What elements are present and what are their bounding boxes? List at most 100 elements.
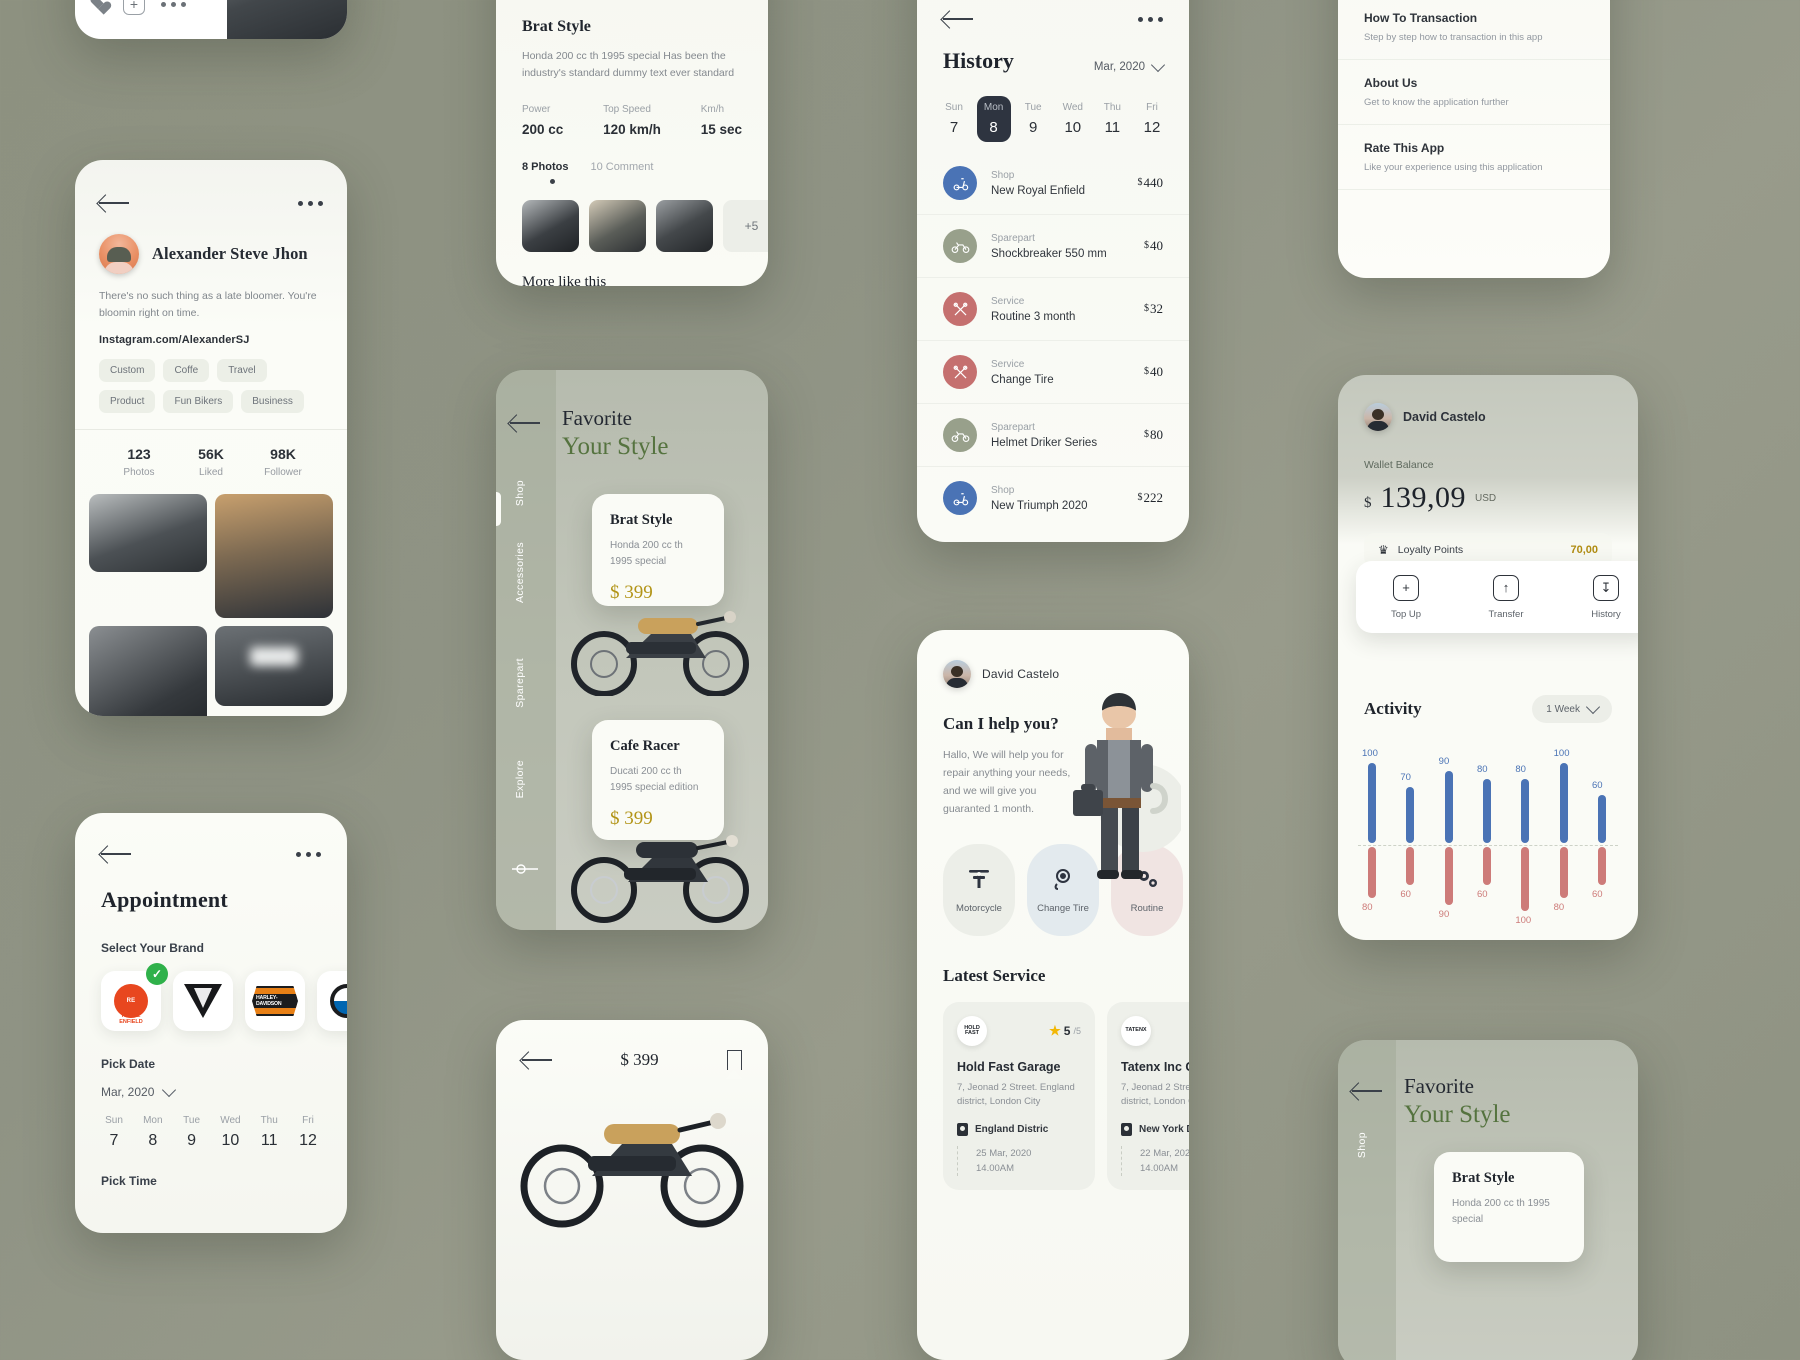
tag-chip[interactable]: Fun Bikers <box>163 390 234 413</box>
date-cell[interactable]: Mon 8 <box>136 1115 170 1150</box>
rail-item-shop[interactable]: Shop <box>1356 1132 1368 1158</box>
date-cell[interactable]: Tue 9 <box>1016 96 1050 142</box>
more-photos-button[interactable]: +5 <box>723 199 768 252</box>
brand-royal-enfield[interactable]: ✓ RE ROYAL ENFIELD <box>101 963 168 1031</box>
stat-value: 56K <box>198 446 224 462</box>
garage-district: New York Distric <box>1121 1122 1189 1136</box>
product-card-brat-style[interactable]: Brat Style Honda 200 cc th 1995 special … <box>592 494 724 606</box>
heart-icon[interactable] <box>89 0 107 13</box>
service-motorcycle[interactable]: Motorcycle <box>943 844 1015 937</box>
photo-thumb[interactable] <box>89 494 207 572</box>
garage-card[interactable]: HOLD FAST ★ 5 /5 Hold Fast Garage 7, Jeo… <box>943 1002 1095 1191</box>
help-user-name: David Castelo <box>982 667 1060 681</box>
tag-chip[interactable]: Business <box>241 390 304 413</box>
rail-item-shop[interactable]: Shop <box>514 480 526 506</box>
pick-time-label: Pick Time <box>101 1174 157 1188</box>
detail-title: Brat Style <box>522 18 591 35</box>
more-icon[interactable] <box>1138 16 1163 22</box>
settings-item-rate-this-app[interactable]: Rate This App Like your experience using… <box>1338 125 1610 190</box>
more-icon[interactable] <box>296 851 321 857</box>
photo-thumb[interactable] <box>589 199 646 252</box>
settings-item-title: About Us <box>1364 76 1418 90</box>
month-selector[interactable]: Mar, 2020 <box>1094 57 1166 74</box>
date-cell[interactable]: Fri 12 <box>1135 96 1169 142</box>
history-category: Service <box>991 358 1025 370</box>
tag-chip[interactable]: Travel <box>217 359 267 382</box>
comments-count[interactable]: 10 Comment <box>590 161 653 173</box>
photos-count[interactable]: 8 Photos <box>522 161 568 173</box>
date-cell[interactable]: Thu 11 <box>252 1115 286 1150</box>
date-cell[interactable]: Wed 10 <box>1056 96 1090 142</box>
photo-thumb[interactable] <box>656 199 713 252</box>
pick-date-label: Pick Date <box>101 1057 156 1071</box>
crown-icon: ♛ <box>1378 543 1389 557</box>
back-arrow-icon[interactable] <box>1352 1082 1382 1100</box>
wallet-balance-label: Wallet Balance <box>1364 459 1434 471</box>
history-row[interactable]: Sparepart Shockbreaker 550 mm $40 <box>917 215 1189 278</box>
brand-harley-davidson[interactable]: HARLEY-DAVIDSON <box>245 971 305 1031</box>
history-title: Routine 3 month <box>991 310 1076 323</box>
settings-item-about-us[interactable]: About Us Get to know the application fur… <box>1338 60 1610 125</box>
date-cell[interactable]: Fri 12 <box>291 1115 325 1150</box>
more-icon[interactable] <box>298 200 323 206</box>
history-row[interactable]: Shop New Triumph 2020 $222 <box>917 467 1189 529</box>
product-price: $ 399 <box>620 1050 659 1069</box>
product-card-brat-style[interactable]: Brat Style Honda 200 cc th 1995 special <box>1434 1152 1584 1262</box>
chevron-down-icon <box>162 1082 177 1098</box>
date-cell[interactable]: Sun 7 <box>97 1115 131 1150</box>
history-amount: $440 <box>1137 175 1164 190</box>
back-arrow-icon[interactable] <box>522 1051 552 1069</box>
rail-item-accessories[interactable]: Accessories <box>514 542 526 603</box>
chart-label-expense: 100 <box>1515 915 1532 926</box>
history-row[interactable]: Sparepart Helmet Driker Series $80 <box>917 404 1189 467</box>
tag-chip[interactable]: Product <box>99 390 156 413</box>
product-name: Brat Style <box>1452 1170 1515 1186</box>
bookmark-icon[interactable] <box>726 1050 743 1079</box>
back-arrow-icon[interactable] <box>101 845 131 863</box>
action-history[interactable]: ↧ History <box>1556 574 1638 620</box>
back-arrow-icon[interactable] <box>943 10 973 28</box>
spec-value: 15 sec <box>700 121 742 137</box>
day-number: 12 <box>1143 119 1161 136</box>
date-cell[interactable]: Wed 10 <box>213 1115 247 1150</box>
product-name: Cafe Racer <box>610 738 680 754</box>
range-selector[interactable]: 1 Week <box>1532 695 1612 723</box>
garage-card[interactable]: TATENX ★ 5 /5 Tatenx Inc Garage 7, Jeona… <box>1107 1002 1189 1191</box>
chart-label-expense: 90 <box>1438 909 1450 920</box>
tag-chip[interactable]: Coffe <box>163 359 210 382</box>
photo-thumb[interactable] <box>522 199 579 252</box>
action-top-up[interactable]: + Top Up <box>1356 574 1456 620</box>
action-transfer[interactable]: ↑ Transfer <box>1456 574 1556 620</box>
history-row[interactable]: Service Change Tire $40 <box>917 341 1189 404</box>
brand-triumph[interactable] <box>173 971 233 1031</box>
rail-item-explore[interactable]: Explore <box>514 760 526 798</box>
back-arrow-icon[interactable] <box>99 194 129 212</box>
tools-icon <box>943 292 977 326</box>
date-picker-days: Sun 7 Mon 8 Tue 9 Wed 10 Thu 11 Fri 12 <box>75 1099 347 1150</box>
back-arrow-icon[interactable] <box>510 414 540 432</box>
star-icon: ★ <box>1049 1023 1061 1039</box>
settings-item-how-to-transaction[interactable]: How To Transaction Step by step how to t… <box>1338 0 1610 60</box>
history-row[interactable]: Service Routine 3 month $32 <box>917 278 1189 341</box>
photo-thumb[interactable] <box>215 626 333 706</box>
day-name: Wed <box>220 1115 241 1126</box>
date-cell[interactable]: Sun 7 <box>937 96 971 142</box>
brand-bmw[interactable] <box>317 971 347 1031</box>
stat-label: Follower <box>264 467 302 478</box>
add-icon[interactable]: + <box>123 0 145 15</box>
photo-thumb[interactable] <box>215 494 333 618</box>
history-list: Shop New Royal Enfield $440 Sparepart Sh… <box>917 152 1189 529</box>
profile-link[interactable]: Instagram.com/AlexanderSJ <box>75 322 347 346</box>
more-icon[interactable] <box>161 1 186 7</box>
photo-thumb[interactable] <box>89 626 207 716</box>
month-selector[interactable]: Mar, 2020 <box>75 1071 347 1099</box>
tag-chip[interactable]: Custom <box>99 359 156 382</box>
date-cell[interactable]: Thu 11 <box>1095 96 1129 142</box>
date-cell-selected[interactable]: Mon 8 <box>976 96 1011 142</box>
day-number: 9 <box>1029 119 1038 136</box>
filter-icon[interactable] <box>512 860 538 878</box>
date-cell[interactable]: Tue 9 <box>175 1115 209 1150</box>
history-row[interactable]: Shop New Royal Enfield $440 <box>917 152 1189 215</box>
rail-item-sparepart[interactable]: Sparepart <box>514 658 526 708</box>
spec-power: Power 200 cc <box>522 104 563 137</box>
